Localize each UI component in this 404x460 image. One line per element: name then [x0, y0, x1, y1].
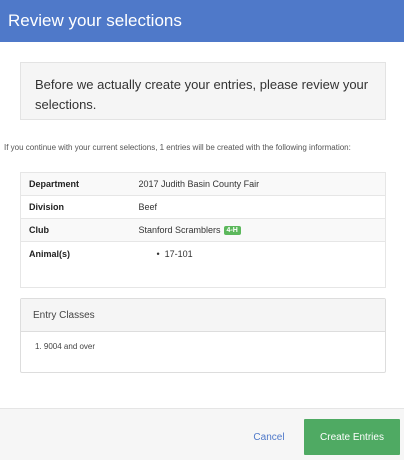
entry-classes-list: 1. 9004 and over	[21, 332, 385, 351]
entry-classes-heading: Entry Classes	[21, 299, 385, 332]
row-value-division: Beef	[130, 195, 386, 219]
entry-classes-panel: Entry Classes 1. 9004 and over	[20, 298, 386, 373]
row-label-club: Club	[20, 218, 131, 242]
table-row: Department 2017 Judith Basin County Fair	[20, 172, 386, 196]
intro-text: If you continue with your current select…	[4, 143, 351, 152]
row-value-department: 2017 Judith Basin County Fair	[130, 172, 386, 196]
table-row: Club Stanford Scramblers 4-H	[20, 218, 386, 242]
modal-footer: Cancel Create Entries	[0, 408, 404, 460]
modal-title: Review your selections	[8, 11, 182, 30]
table-row: Division Beef	[20, 195, 386, 219]
modal-header: Review your selections	[0, 0, 404, 42]
table-row: Animal(s) • 17-101	[20, 241, 386, 288]
row-label-department: Department	[20, 172, 131, 196]
create-entries-button[interactable]: Create Entries	[304, 419, 400, 455]
row-value-animals: • 17-101	[130, 241, 386, 288]
club-badge: 4-H	[223, 226, 241, 235]
list-item: 1. 9004 and over	[35, 342, 96, 351]
list-item: • 17-101	[139, 249, 378, 259]
row-label-division: Division	[20, 195, 131, 219]
review-alert: Before we actually create your entries, …	[20, 62, 386, 120]
row-value-club: Stanford Scramblers 4-H	[130, 218, 386, 242]
cancel-button[interactable]: Cancel	[241, 427, 297, 447]
row-label-animals: Animal(s)	[20, 241, 131, 288]
animal-id: 17-101	[164, 249, 193, 259]
details-table: Department 2017 Judith Basin County Fair…	[20, 172, 386, 288]
bullet-icon: •	[156, 249, 160, 259]
club-name: Stanford Scramblers	[138, 225, 221, 235]
review-alert-text: Before we actually create your entries, …	[35, 77, 369, 112]
